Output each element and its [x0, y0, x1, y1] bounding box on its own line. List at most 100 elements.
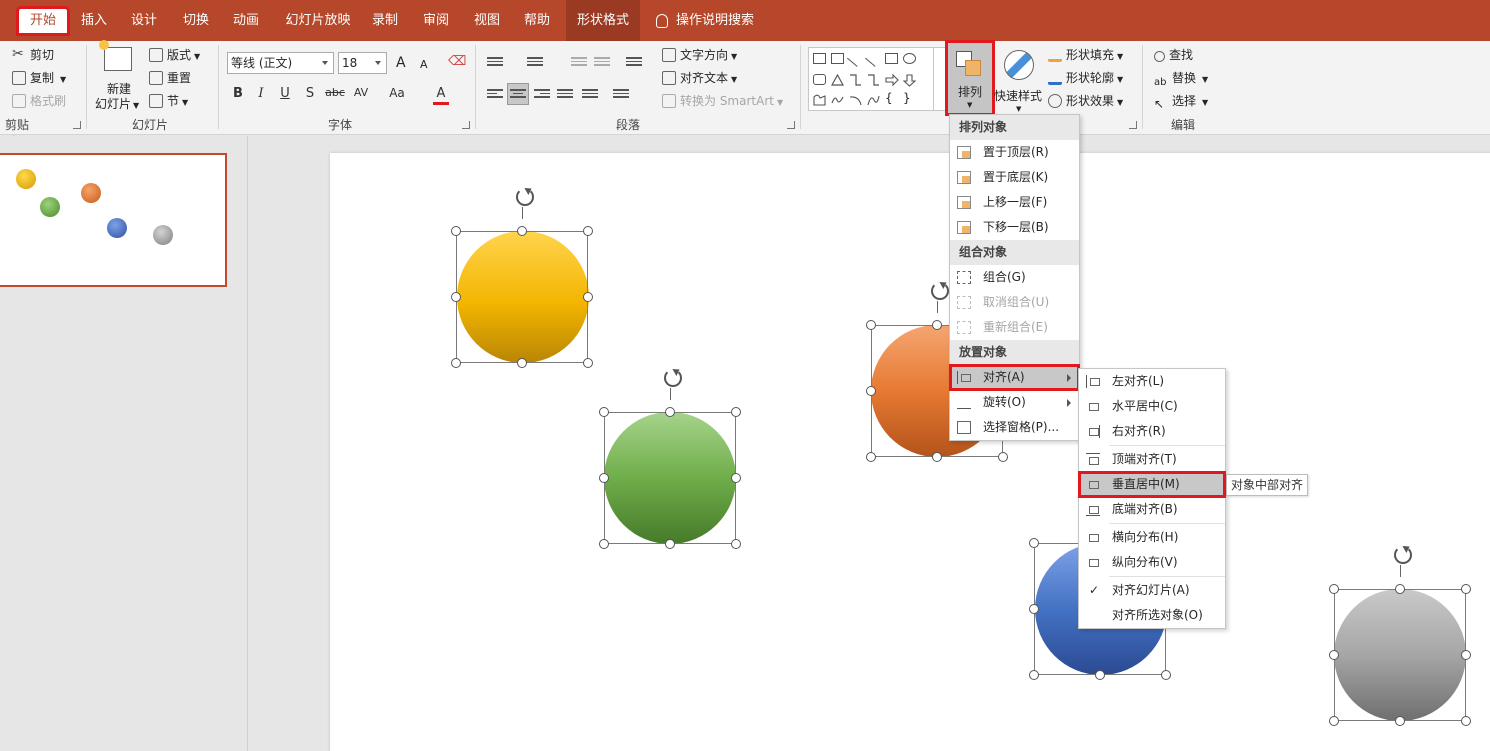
shape-fill-button[interactable]: 形状填充 ▼: [1048, 46, 1123, 66]
distribute-horizontal-item[interactable]: 横向分布(H): [1079, 525, 1225, 550]
copy-button[interactable]: 复制 ▼: [12, 69, 66, 89]
align-right-icon[interactable]: [534, 87, 550, 101]
align-left-icon[interactable]: [487, 87, 503, 101]
bold-button[interactable]: B: [230, 86, 246, 101]
align-left-item[interactable]: 左对齐(L): [1079, 369, 1225, 394]
arc-shape-icon[interactable]: [849, 94, 862, 106]
resize-handle[interactable]: [1329, 716, 1339, 726]
resize-handle[interactable]: [1461, 716, 1471, 726]
format-painter-button[interactable]: 格式刷: [12, 92, 66, 110]
align-item[interactable]: 对齐(A): [949, 364, 1080, 391]
resize-handle[interactable]: [517, 358, 527, 368]
bring-to-front-item[interactable]: 置于顶层(R): [950, 140, 1079, 165]
resize-handle[interactable]: [1029, 538, 1039, 548]
freeform-shape-icon[interactable]: [813, 94, 826, 106]
curve-shape-icon[interactable]: [867, 94, 880, 106]
rectangle-shape-icon[interactable]: [885, 53, 898, 64]
align-center-item[interactable]: 水平居中(C): [1079, 394, 1225, 419]
tab-view[interactable]: 视图: [469, 9, 505, 33]
rotate-handle-icon[interactable]: [662, 367, 684, 389]
rotate-handle-icon[interactable]: [929, 280, 951, 302]
distribute-vertical-item[interactable]: 纵向分布(V): [1079, 550, 1225, 575]
resize-handle[interactable]: [1329, 650, 1339, 660]
resize-handle[interactable]: [932, 452, 942, 462]
resize-handle[interactable]: [1461, 584, 1471, 594]
font-size-combo[interactable]: 18: [338, 52, 387, 74]
distributed-icon[interactable]: [582, 87, 598, 101]
tab-insert[interactable]: 插入: [76, 9, 112, 33]
resize-handle[interactable]: [451, 292, 461, 302]
align-bottom-item[interactable]: 底端对齐(B): [1079, 497, 1225, 522]
decrease-indent-icon[interactable]: [571, 55, 587, 69]
resize-handle[interactable]: [451, 226, 461, 236]
group-item[interactable]: 组合(G): [950, 265, 1079, 290]
shape-outline-button[interactable]: 形状轮廓 ▼: [1048, 69, 1123, 89]
send-to-back-item[interactable]: 置于底层(K): [950, 165, 1079, 190]
resize-handle[interactable]: [866, 386, 876, 396]
arrow-line-icon[interactable]: [864, 50, 883, 67]
slide-thumbnail[interactable]: [0, 153, 227, 287]
shrink-font-button[interactable]: A: [420, 56, 428, 74]
resize-handle[interactable]: [665, 539, 675, 549]
bring-forward-item[interactable]: 上移一层(F): [950, 190, 1079, 215]
underline-button[interactable]: U: [277, 86, 293, 101]
selection-pane-item[interactable]: 选择窗格(P)...: [950, 415, 1079, 440]
tab-review[interactable]: 审阅: [418, 9, 454, 33]
resize-handle[interactable]: [1395, 584, 1405, 594]
layout-button[interactable]: 版式 ▼: [149, 46, 200, 66]
shadow-button[interactable]: S: [302, 86, 318, 101]
change-case-button[interactable]: Aa: [386, 86, 408, 100]
resize-handle[interactable]: [998, 452, 1008, 462]
oval-shape-icon[interactable]: [903, 53, 916, 64]
section-button[interactable]: 节 ▼: [149, 92, 188, 112]
resize-handle[interactable]: [1161, 670, 1171, 680]
quick-styles-button[interactable]: 快速样式 ▼: [994, 49, 1042, 113]
shape-effects-button[interactable]: 形状效果 ▼: [1048, 92, 1123, 112]
find-button[interactable]: 查找: [1154, 46, 1193, 64]
justify-icon[interactable]: [557, 87, 573, 101]
resize-handle[interactable]: [731, 407, 741, 417]
tab-transitions[interactable]: 切换: [178, 9, 214, 33]
select-button[interactable]: ↖ 选择 ▼: [1154, 92, 1208, 112]
gallery-scrollbar[interactable]: [933, 48, 945, 110]
resize-handle[interactable]: [583, 226, 593, 236]
resize-handle[interactable]: [866, 320, 876, 330]
cut-button[interactable]: 剪切: [12, 45, 54, 64]
drawing-launcher-icon[interactable]: [1129, 121, 1137, 129]
ungroup-item[interactable]: 取消组合(U): [950, 290, 1079, 315]
convert-smartart-button[interactable]: 转换为 SmartArt ▼: [662, 92, 783, 112]
font-color-button[interactable]: A: [433, 86, 449, 105]
replace-button[interactable]: ab 替换 ▼: [1154, 69, 1208, 91]
align-right-item[interactable]: 右对齐(R): [1079, 419, 1225, 444]
tab-slideshow[interactable]: 幻灯片放映: [283, 9, 353, 33]
line-spacing-icon[interactable]: [626, 55, 642, 69]
tab-home[interactable]: 开始: [16, 6, 70, 36]
grow-font-button[interactable]: A: [396, 54, 406, 72]
textbox-shape-icon[interactable]: [813, 53, 826, 64]
reset-button[interactable]: 重置: [149, 69, 191, 87]
align-middle-item[interactable]: 垂直居中(M): [1078, 471, 1226, 498]
right-arrow-shape-icon[interactable]: [885, 73, 899, 87]
tab-animations[interactable]: 动画: [228, 9, 264, 33]
tab-shape-format[interactable]: 形状格式: [572, 9, 634, 33]
align-to-slide-item[interactable]: ✓ 对齐幻灯片(A): [1079, 578, 1225, 603]
slide-canvas[interactable]: [330, 153, 1490, 751]
regroup-item[interactable]: 重新组合(E): [950, 315, 1079, 340]
clipboard-launcher-icon[interactable]: [73, 121, 81, 129]
resize-handle[interactable]: [1029, 604, 1039, 614]
arrange-button[interactable]: 排列 ▼: [945, 40, 995, 116]
new-slide-label-2[interactable]: 幻灯片 ▼: [95, 95, 139, 115]
triangle-shape-icon[interactable]: [830, 73, 845, 86]
rotate-handle-icon[interactable]: [1392, 544, 1414, 566]
resize-handle[interactable]: [451, 358, 461, 368]
rounded-rect-icon[interactable]: [813, 74, 826, 85]
rotate-item[interactable]: 旋转(O): [950, 390, 1079, 415]
tell-me-search[interactable]: 操作说明搜索: [676, 9, 766, 33]
resize-handle[interactable]: [599, 473, 609, 483]
char-spacing-button[interactable]: AV: [350, 86, 372, 99]
resize-handle[interactable]: [1395, 716, 1405, 726]
elbow-arrow-icon[interactable]: [867, 74, 880, 86]
shape-gallery[interactable]: { }: [808, 47, 946, 111]
resize-handle[interactable]: [1029, 670, 1039, 680]
resize-handle[interactable]: [932, 320, 942, 330]
